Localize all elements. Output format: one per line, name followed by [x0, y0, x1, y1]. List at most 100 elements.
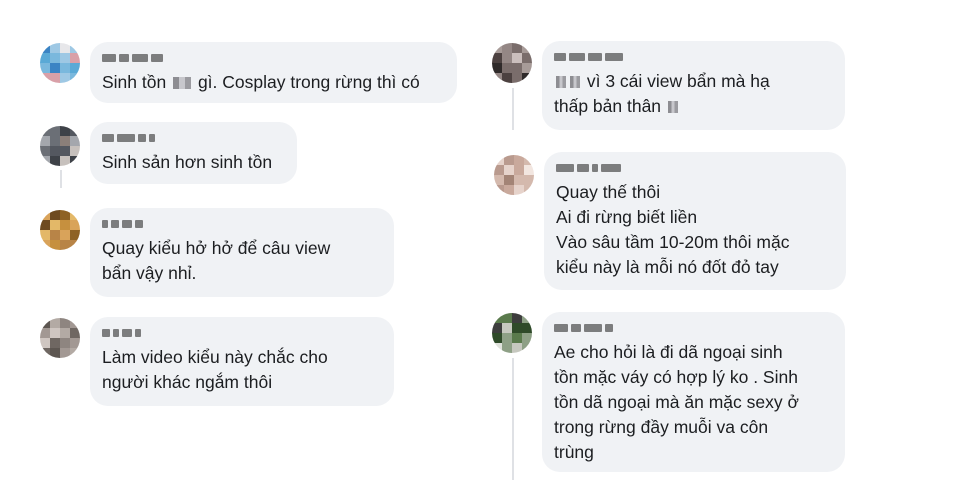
avatar-pixel — [60, 210, 70, 220]
censored-word — [570, 76, 580, 89]
avatar-pixel — [522, 333, 532, 343]
author-name-redacted[interactable] — [556, 162, 834, 174]
avatar-pixel — [50, 73, 60, 83]
avatar-pixel — [40, 136, 50, 146]
avatar-pixel — [514, 155, 524, 165]
avatar-pixel — [40, 210, 50, 220]
comment-text: Sinh tồn gì. Cosplay trong rừng thì có — [102, 72, 420, 92]
comment-bubble: Sinh tồn gì. Cosplay trong rừng thì có — [90, 42, 457, 103]
avatar-pixel — [50, 146, 60, 156]
avatar-pixel — [50, 53, 60, 63]
comment-bubble: Sinh sản hơn sinh tồn — [90, 122, 297, 184]
author-name-redacted[interactable] — [102, 52, 445, 64]
avatar-pixel — [50, 43, 60, 53]
comment-text: Làm video kiểu này chắc cho người khác n… — [102, 347, 328, 392]
comment-text: Sinh sản hơn sinh tồn — [102, 152, 273, 172]
author-name-redacted[interactable] — [554, 322, 833, 334]
avatar-pixel — [70, 53, 80, 63]
avatar-pixel — [494, 155, 504, 165]
avatar-pixel — [492, 73, 502, 83]
avatar[interactable] — [492, 313, 532, 353]
avatar-pixel — [522, 313, 532, 323]
avatar-pixel — [40, 43, 50, 53]
avatar-pixel — [50, 240, 60, 250]
avatar-pixel — [50, 318, 60, 328]
comment-bubble: Làm video kiểu này chắc cho người khác n… — [90, 317, 394, 406]
avatar-pixel — [70, 338, 80, 348]
avatar-pixel — [502, 63, 512, 73]
avatar-pixel — [40, 146, 50, 156]
avatar[interactable] — [40, 318, 80, 358]
avatar-pixel — [512, 73, 522, 83]
avatar-pixel — [512, 63, 522, 73]
avatar-pixel — [40, 240, 50, 250]
avatar-pixel — [50, 338, 60, 348]
avatar-pixel — [494, 185, 504, 195]
comment-bubble: vì 3 cái view bẩn mà hạ thấp bản thân — [542, 41, 845, 130]
avatar-pixel — [70, 318, 80, 328]
author-name-redacted[interactable] — [102, 218, 382, 230]
avatar-pixel — [492, 43, 502, 53]
avatar-pixel — [60, 220, 70, 230]
comment-bubble: Quay thế thôi Ai đi rừng biết liền Vào s… — [544, 152, 846, 290]
avatar-pixel — [60, 63, 70, 73]
avatar-pixel — [60, 318, 70, 328]
avatar-pixel — [50, 136, 60, 146]
comment-bubble: Ae cho hỏi là đi dã ngoại sinh tồn mặc v… — [542, 312, 845, 472]
avatar[interactable] — [40, 210, 80, 250]
avatar-pixel — [70, 43, 80, 53]
author-name-redacted[interactable] — [554, 51, 833, 63]
avatar-pixel — [492, 333, 502, 343]
avatar-pixel — [504, 155, 514, 165]
avatar-pixel — [70, 240, 80, 250]
author-name-redacted[interactable] — [102, 132, 285, 144]
avatar-pixel — [494, 175, 504, 185]
avatar-pixel — [502, 43, 512, 53]
avatar-pixel — [492, 343, 502, 353]
avatar[interactable] — [494, 155, 534, 195]
avatar-pixel — [70, 328, 80, 338]
avatar-pixel — [492, 323, 502, 333]
avatar-pixel — [492, 63, 502, 73]
avatar-pixel — [60, 328, 70, 338]
avatar[interactable] — [40, 126, 80, 166]
avatar-pixel — [40, 73, 50, 83]
author-name-redacted[interactable] — [102, 327, 382, 339]
avatar-pixel — [70, 146, 80, 156]
avatar-pixel — [502, 323, 512, 333]
avatar-pixel — [492, 313, 502, 323]
avatar-pixel — [522, 73, 532, 83]
avatar-pixel — [40, 348, 50, 358]
avatar-pixel — [50, 126, 60, 136]
avatar-pixel — [50, 230, 60, 240]
avatar-pixel — [502, 343, 512, 353]
avatar-pixel — [40, 328, 50, 338]
comment-text: Quay thế thôi Ai đi rừng biết liền Vào s… — [556, 182, 790, 277]
avatar-pixel — [60, 156, 70, 166]
comment-text: Ae cho hỏi là đi dã ngoại sinh tồn mặc v… — [554, 342, 799, 462]
avatar-pixel — [50, 348, 60, 358]
comment-text: Quay kiểu hở hở để câu view bẩn vậy nhỉ. — [102, 238, 331, 283]
avatar-pixel — [514, 165, 524, 175]
avatar-pixel — [522, 343, 532, 353]
avatar-pixel — [524, 175, 534, 185]
avatar-pixel — [70, 156, 80, 166]
avatar-pixel — [522, 43, 532, 53]
avatar-pixel — [502, 73, 512, 83]
avatar[interactable] — [40, 43, 80, 83]
avatar-pixel — [70, 136, 80, 146]
avatar-pixel — [522, 53, 532, 63]
avatar-pixel — [502, 333, 512, 343]
avatar-pixel — [60, 146, 70, 156]
avatar-pixel — [60, 230, 70, 240]
avatar-pixel — [524, 165, 534, 175]
avatar-pixel — [70, 220, 80, 230]
avatar-pixel — [512, 313, 522, 323]
avatar-pixel — [70, 230, 80, 240]
avatar[interactable] — [492, 43, 532, 83]
avatar-pixel — [504, 165, 514, 175]
comment-text: vì 3 cái view bẩn mà hạ thấp bản thân — [554, 71, 770, 116]
avatar-pixel — [60, 348, 70, 358]
avatar-pixel — [512, 43, 522, 53]
avatar-pixel — [494, 165, 504, 175]
